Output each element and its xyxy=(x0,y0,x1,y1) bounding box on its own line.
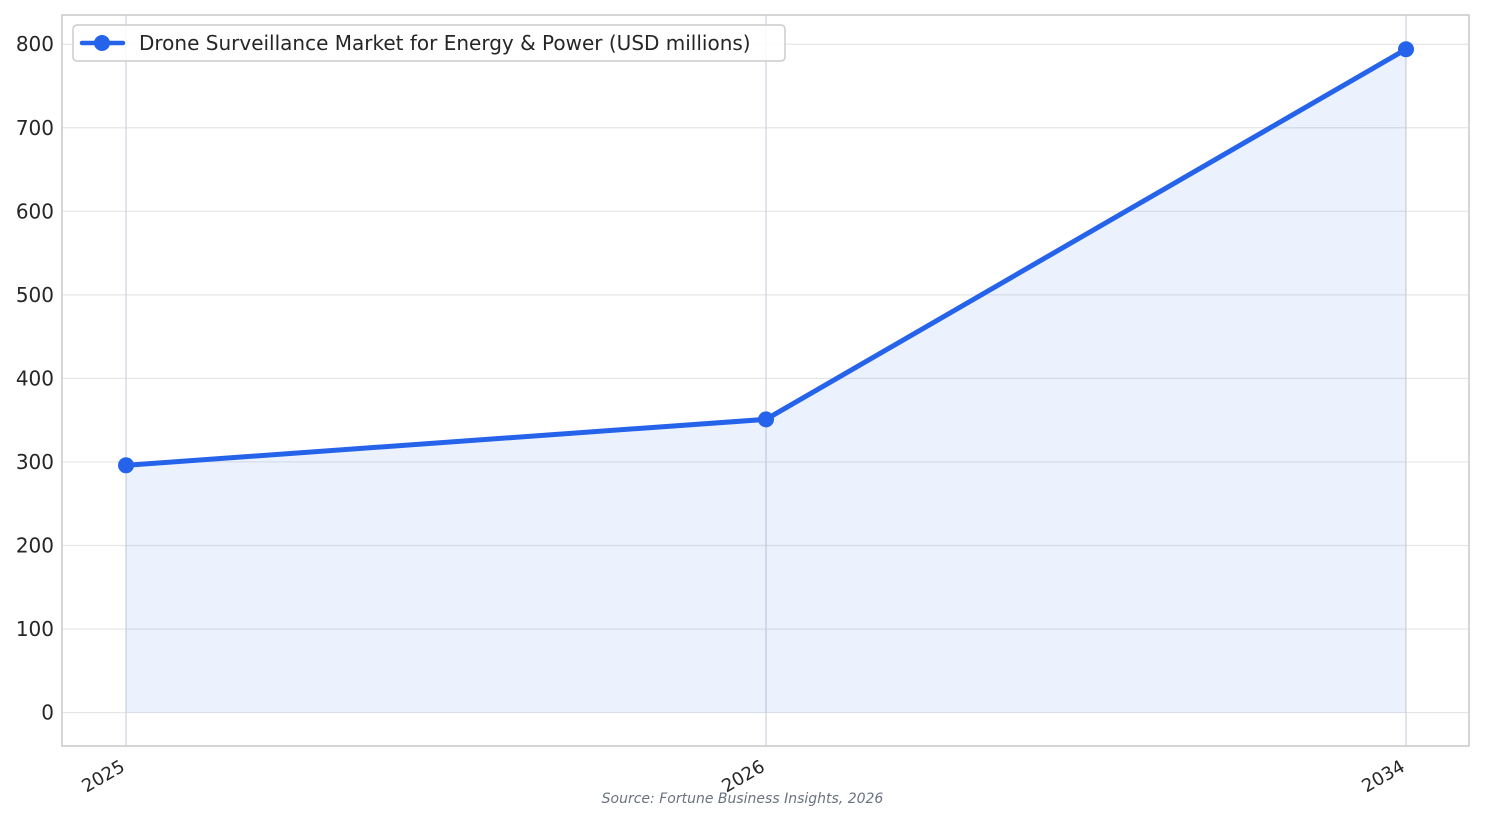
y-tick-label: 100 xyxy=(16,617,54,641)
legend: Drone Surveillance Market for Energy & P… xyxy=(72,24,786,62)
y-tick-label: 0 xyxy=(41,701,54,725)
legend-label: Drone Surveillance Market for Energy & P… xyxy=(139,31,751,55)
data-point xyxy=(1398,41,1414,58)
y-tick-label: 800 xyxy=(16,32,54,56)
y-tick-label: 300 xyxy=(16,450,54,474)
y-tick-label: 600 xyxy=(16,199,54,223)
data-point xyxy=(118,457,134,474)
y-tick-label: 700 xyxy=(16,116,54,140)
y-tick-label: 200 xyxy=(16,533,54,557)
y-axis-ticks: 0 100 200 300 400 500 600 700 800 xyxy=(16,32,54,724)
legend-marker-swatch xyxy=(94,35,110,51)
y-tick-label: 500 xyxy=(16,283,54,307)
line-chart: 0100200300400500600700800 2025 2026 2034 D… xyxy=(16,14,1470,797)
y-tick-label: 400 xyxy=(16,366,54,390)
source-note: Source: Fortune Business Insights, 2026 xyxy=(601,791,884,807)
data-point xyxy=(758,411,774,428)
